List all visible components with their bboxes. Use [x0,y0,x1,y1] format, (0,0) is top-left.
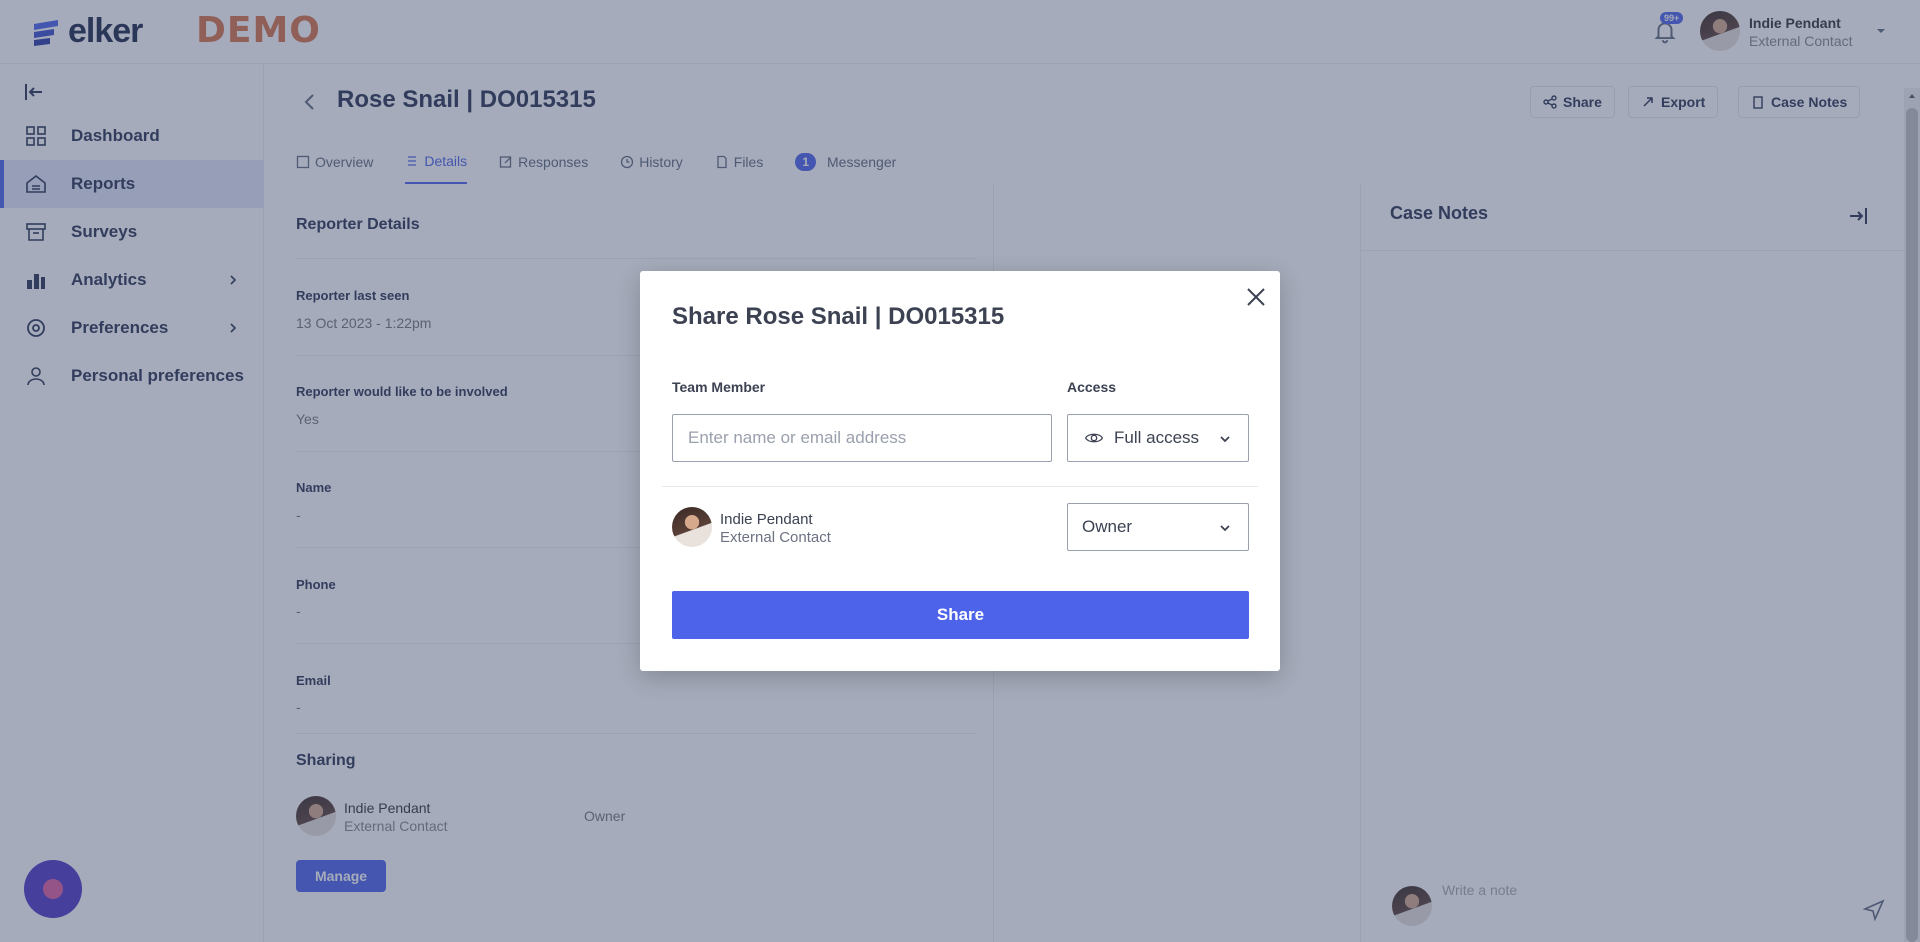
avatar [672,507,712,547]
access-select-value: Full access [1114,428,1200,447]
member-name: Indie Pendant [720,511,813,528]
member-access-select[interactable]: Owner [1067,503,1249,551]
member-access-value: Owner [1082,517,1133,536]
divider [662,486,1258,487]
member-role: External Contact [720,529,831,546]
team-member-label: Team Member [672,379,766,395]
team-member-input[interactable]: Enter name or email address [672,414,1052,462]
eye-icon [1084,433,1104,443]
member-info: Indie Pendant External Contact [720,511,831,546]
access-label: Access [1067,379,1117,395]
modal-title: Share Rose Snail | DO015315 [672,303,1005,330]
share-modal: Share Rose Snail | DO015315 Team Member … [640,271,1280,671]
chevron-down-icon [1220,525,1230,532]
access-select[interactable]: Full access [1067,414,1249,462]
close-icon[interactable] [1244,285,1268,309]
chevron-down-icon [1220,436,1230,443]
share-button[interactable]: Share [672,591,1249,639]
